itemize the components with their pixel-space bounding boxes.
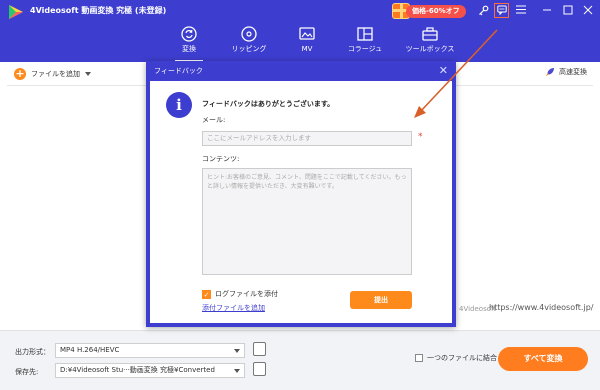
collage-icon: [357, 27, 373, 41]
promo-banner[interactable]: 価格-60%オフ: [392, 3, 472, 19]
add-file-label: ファイルを追加: [31, 70, 80, 78]
dialog-message: フィードバックはありがとうございます。: [202, 100, 335, 108]
attach-log-label: ログファイルを添付: [215, 290, 278, 298]
close-icon[interactable]: ✕: [439, 65, 448, 76]
tab-mv[interactable]: MV: [278, 22, 336, 60]
dialog-title: フィードバック: [154, 67, 203, 75]
website-url[interactable]: https://www.4videosoft.jp/: [489, 303, 593, 312]
save-to-select[interactable]: D:¥4Videosoft Stu···動画変換 究極¥Converted: [55, 363, 245, 378]
ripper-icon: [241, 26, 257, 42]
feedback-dialog: フィードバック ✕ i フィードバックはありがとうございます。 メール: ここに…: [146, 61, 456, 327]
tab-ripper[interactable]: リッピング: [220, 22, 278, 60]
promo-badge: 価格-60%オフ: [406, 5, 466, 18]
bottom-bar: 出力形式： MP4 H.264/HEVC 保存先: D:¥4Videosoft …: [0, 330, 600, 390]
dialog-header: フィードバック ✕: [146, 61, 456, 81]
content-field[interactable]: ヒント:お客様のご意見、コメント、問題をここで記載してください。もっと詳しい情報…: [202, 168, 412, 275]
merge-checkbox[interactable]: [415, 354, 423, 362]
tab-label: コラージュ: [347, 45, 383, 53]
key-icon[interactable]: [476, 3, 491, 18]
chevron-down-icon[interactable]: [85, 72, 91, 76]
title-bar: 4Videosoft 動画変換 究極 (未登録) 価格-60%オフ 変換 リッピ…: [0, 0, 600, 62]
add-attachment-link[interactable]: 添付ファイルを追加: [202, 303, 265, 313]
email-field[interactable]: ここにメールアドレスを入力します: [202, 131, 412, 146]
attach-log-option[interactable]: ✓ ログファイルを添付: [202, 289, 278, 299]
maximize-icon[interactable]: [560, 3, 575, 18]
merge-label: 一つのファイルに結合: [427, 354, 497, 362]
convert-icon: [181, 26, 197, 42]
fast-convert-label: 高速変換: [559, 68, 587, 76]
mv-icon: [299, 27, 315, 40]
app-logo-icon: [9, 5, 23, 19]
tab-collage[interactable]: コラージュ: [336, 22, 394, 60]
info-icon: i: [166, 92, 192, 118]
folder-icon[interactable]: [253, 362, 266, 376]
save-to-label: 保存先:: [15, 368, 39, 376]
menu-icon[interactable]: [513, 3, 528, 18]
toolbox-icon: [422, 27, 438, 41]
format-settings-icon[interactable]: [253, 342, 266, 356]
tab-label: ツールボックス: [405, 45, 455, 53]
convert-all-button[interactable]: すべて変換: [498, 347, 588, 371]
app-title: 4Videosoft 動画変換 究極 (未登録): [30, 6, 167, 15]
chevron-down-icon: [234, 349, 240, 353]
tab-label: リッピング: [231, 45, 267, 53]
output-format-label: 出力形式：: [15, 348, 50, 356]
tab-toolbox[interactable]: ツールボックス: [394, 22, 466, 60]
rocket-icon: [546, 68, 554, 76]
submit-button[interactable]: 提出: [350, 291, 412, 309]
close-icon[interactable]: [580, 3, 595, 18]
email-label: メール:: [202, 116, 226, 124]
merge-option[interactable]: 一つのファイルに結合: [415, 353, 497, 363]
fast-convert-button[interactable]: 高速変換: [545, 67, 587, 77]
add-file-button[interactable]: + ファイルを追加: [14, 67, 91, 81]
feedback-icon[interactable]: [494, 3, 509, 18]
tab-convert[interactable]: 変換: [158, 22, 220, 62]
required-mark: *: [418, 132, 423, 142]
attach-log-checkbox[interactable]: ✓: [202, 289, 211, 299]
save-to-value: D:¥4Videosoft Stu···動画変換 究極¥Converted: [60, 366, 215, 374]
tab-label: MV: [301, 45, 313, 53]
tab-label: 変換: [182, 45, 196, 53]
content-label: コンテンツ:: [202, 155, 240, 163]
output-format-select[interactable]: MP4 H.264/HEVC: [55, 343, 245, 358]
chevron-down-icon: [234, 369, 240, 373]
main-nav: 変換 リッピング MV コラージュ ツールボックス: [158, 22, 466, 62]
output-format-value: MP4 H.264/HEVC: [60, 346, 120, 354]
plus-icon: +: [14, 67, 26, 80]
minimize-icon[interactable]: [539, 3, 554, 18]
